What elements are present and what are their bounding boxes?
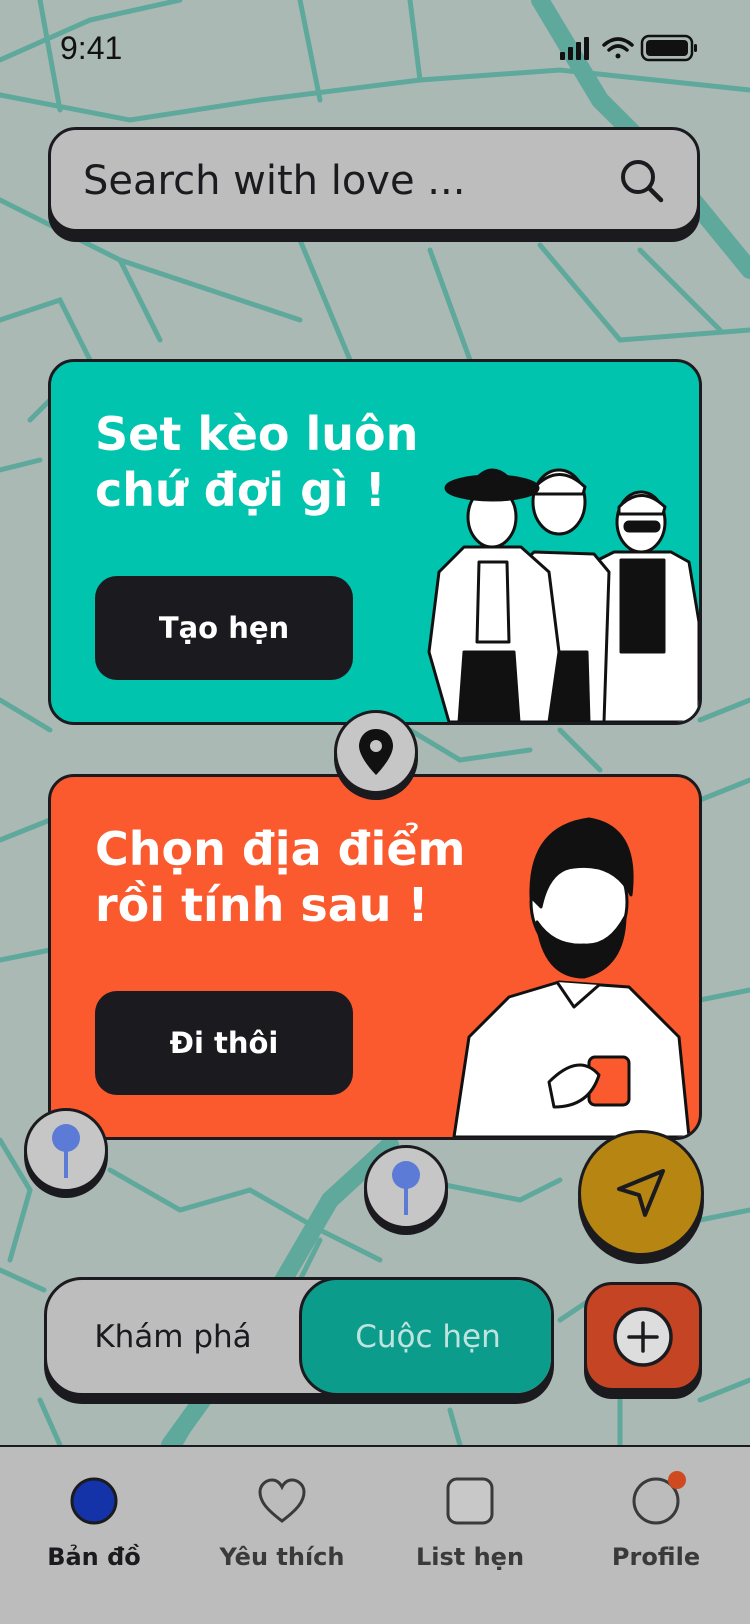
add-button-face[interactable] <box>584 1282 702 1391</box>
create-date-button[interactable]: Tạo hẹn <box>95 576 353 680</box>
tab-map-label: Bản đồ <box>47 1543 141 1571</box>
notification-badge <box>668 1471 686 1489</box>
tab-favorites[interactable]: Yêu thích <box>188 1447 376 1624</box>
map-pin-icon <box>359 729 393 775</box>
mode-toggle[interactable]: Khám phá Cuộc hẹn <box>44 1277 554 1404</box>
add-button[interactable] <box>584 1282 702 1399</box>
status-time: 9:41 <box>60 30 123 66</box>
plus-circle-icon <box>613 1306 673 1367</box>
battery-icon <box>640 34 697 62</box>
location-pin-icon <box>392 1161 420 1215</box>
map-pin-marker[interactable] <box>364 1145 448 1229</box>
map-screen: 9:41 Search with love ... Set kèo luôn c… <box>0 0 750 1624</box>
status-icons <box>560 34 697 62</box>
tab-profile-label: Profile <box>611 1543 701 1571</box>
search-input[interactable]: Search with love ... <box>48 127 700 232</box>
tab-profile[interactable]: Profile <box>562 1447 750 1624</box>
search-icon[interactable] <box>617 156 667 206</box>
locate-me-button[interactable] <box>578 1130 704 1256</box>
tab-date-list-label: List hẹn <box>415 1543 525 1571</box>
map-pin-marker[interactable] <box>334 710 418 794</box>
bottom-tab-bar: Bản đồ Yêu thích List hẹn Profile <box>0 1445 750 1624</box>
choose-place-card-title: Chọn địa điểm rồi tính sau ! <box>95 822 466 932</box>
heart-icon <box>258 1478 306 1523</box>
tab-map[interactable]: Bản đồ <box>0 1447 188 1624</box>
toggle-explore[interactable]: Khám phá <box>47 1280 299 1393</box>
toggle-dates[interactable]: Cuộc hẹn <box>299 1280 551 1393</box>
lets-go-button[interactable]: Đi thôi <box>95 991 353 1095</box>
tab-favorites-label: Yêu thích <box>219 1543 345 1571</box>
mode-toggle-track: Khám phá Cuộc hẹn <box>44 1277 554 1396</box>
location-pin-icon <box>52 1124 80 1178</box>
map-dot-icon <box>70 1477 118 1525</box>
tab-date-list[interactable]: List hẹn <box>376 1447 564 1624</box>
wifi-icon <box>602 37 634 59</box>
search-bar[interactable]: Search with love ... <box>48 127 700 242</box>
navigation-arrow-icon <box>617 1169 665 1217</box>
list-square-icon <box>446 1477 494 1525</box>
man-with-coffee-illustration <box>452 817 691 1137</box>
profile-circle-icon <box>632 1471 686 1525</box>
create-date-card: Set kèo luôn chứ đợi gì ! Tạo hẹn <box>48 359 702 725</box>
map-pin-marker[interactable] <box>24 1108 108 1192</box>
signal-icon <box>560 37 589 60</box>
choose-place-card: Chọn địa điểm rồi tính sau ! Đi thôi <box>48 774 702 1140</box>
friends-group-illustration <box>427 468 699 722</box>
search-placeholder: Search with love ... <box>83 158 466 204</box>
